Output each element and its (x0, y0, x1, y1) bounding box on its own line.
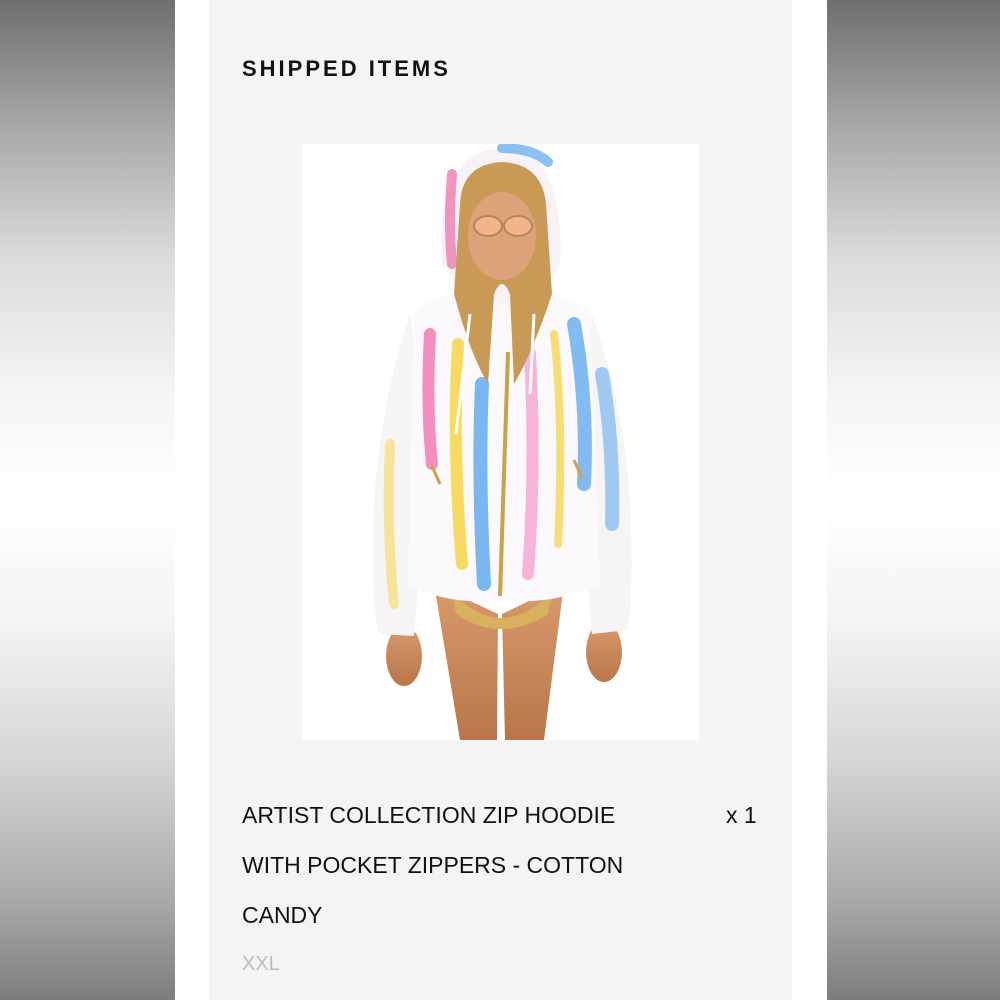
item-quantity: x 1 (726, 802, 757, 828)
item-size: XXL (242, 953, 280, 975)
product-photo-icon (302, 144, 699, 740)
blurred-backdrop-right (827, 0, 1000, 1000)
section-title: SHIPPED ITEMS (242, 56, 451, 81)
item-name: ARTIST COLLECTION ZIP HOODIE WITH POCKET… (242, 802, 624, 928)
product-image[interactable] (302, 144, 699, 740)
blurred-backdrop-left (0, 0, 175, 1000)
